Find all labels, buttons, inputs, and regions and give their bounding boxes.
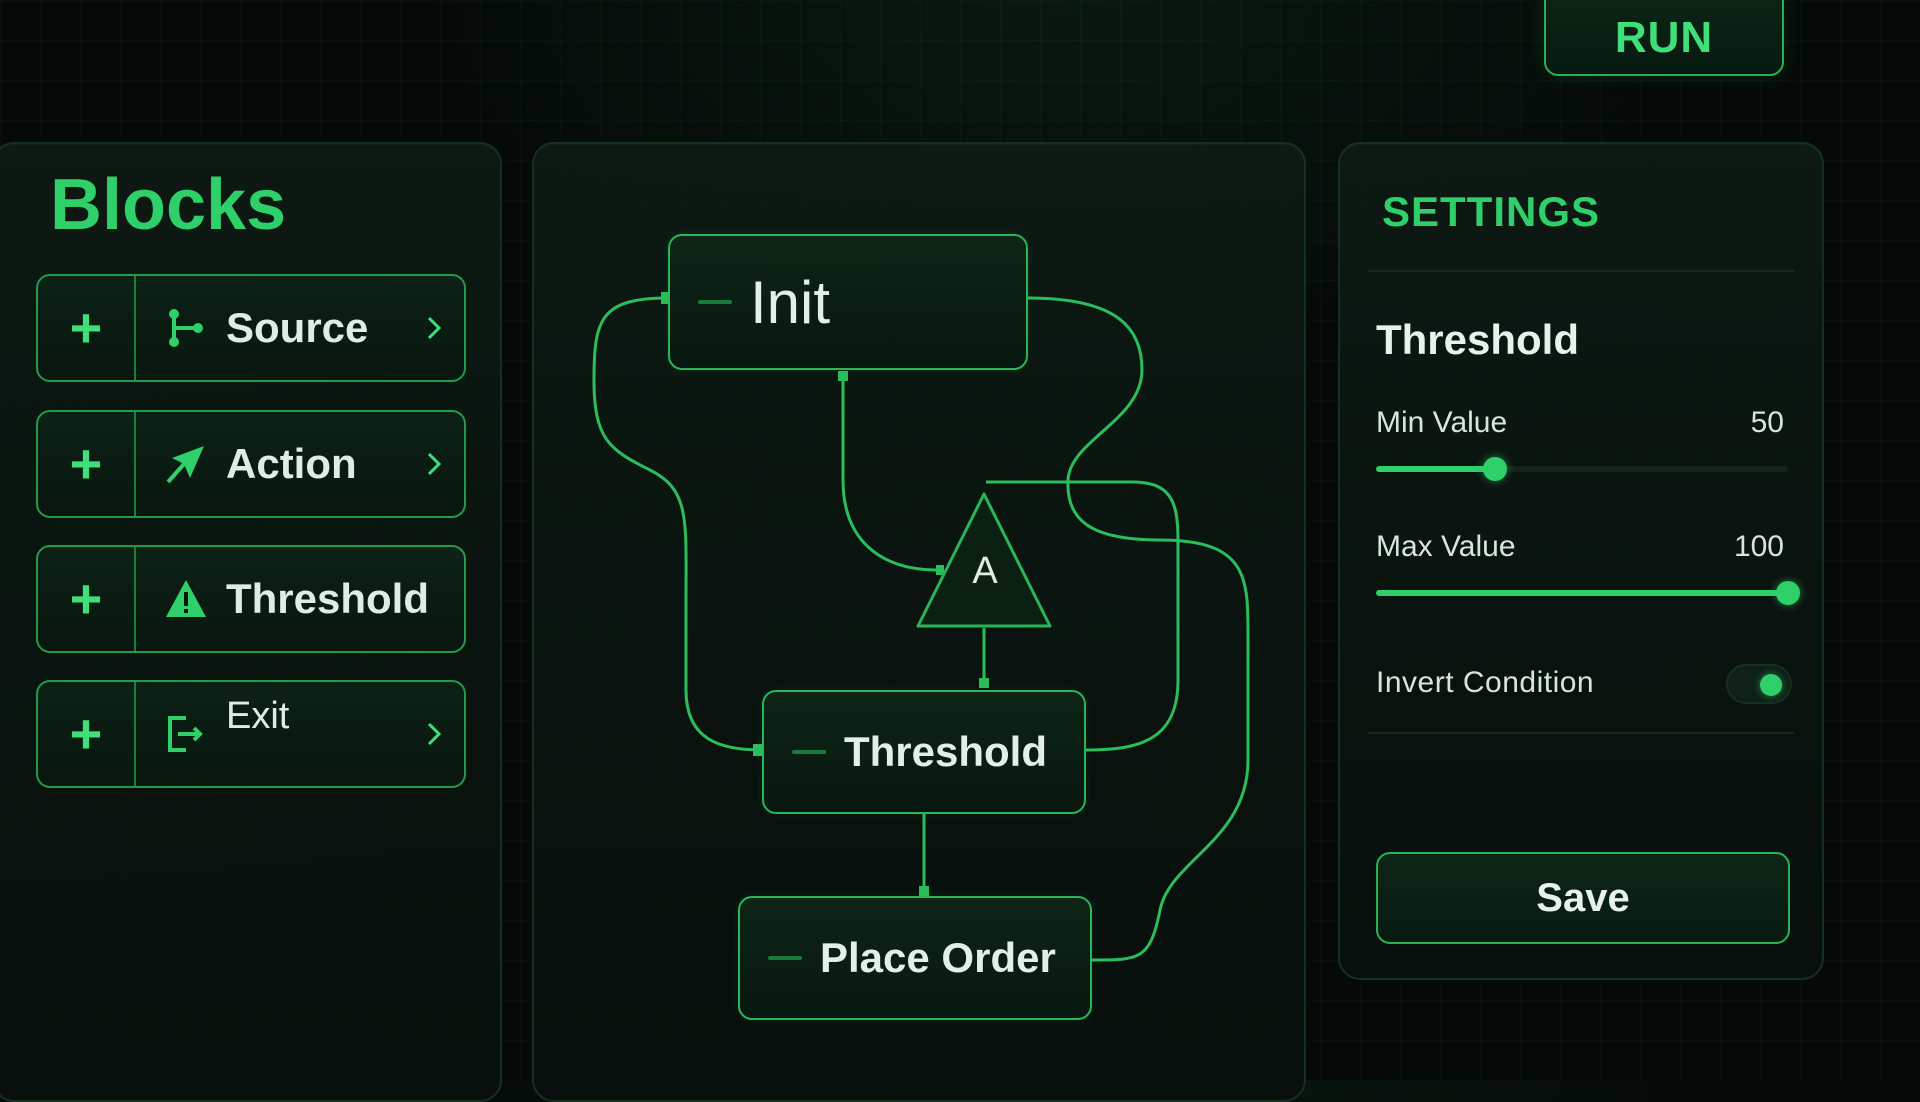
max-slider-fill [1376,590,1788,596]
add-threshold-button[interactable]: + [38,547,136,651]
exit-icon [162,710,210,758]
add-exit-button[interactable]: + [38,682,136,786]
blocks-title: Blocks [50,165,287,245]
invert-condition-label: Invert Condition [1376,666,1595,699]
max-value-readout: 100 [1733,530,1784,563]
block-item-source[interactable]: + Source [36,274,466,382]
node-handle [768,956,802,960]
chevron-right-icon [427,316,442,340]
max-slider-thumb[interactable] [1776,581,1800,605]
min-slider-fill [1376,466,1496,472]
block-item-threshold[interactable]: + Threshold [36,545,466,653]
max-value-label: Max Value [1376,530,1516,563]
settings-title: SETTINGS [1382,188,1601,235]
block-label-threshold: Threshold [226,575,430,622]
node-place-order[interactable]: Place Order [738,896,1092,1020]
save-button[interactable]: Save [1376,852,1790,944]
toggle-knob [1760,674,1782,696]
chevron-right-icon [427,452,442,476]
blocks-panel: Blocks + Source + Action + Threshold + E… [0,142,502,1102]
node-label-threshold: Threshold [844,728,1048,775]
settings-panel: SETTINGS Threshold Min Value 50 Max Valu… [1338,142,1824,980]
min-value-slider[interactable] [1376,457,1788,481]
node-label-init: Init [750,268,831,336]
node-init[interactable]: Init [668,234,1028,370]
divider [1368,732,1794,734]
add-action-button[interactable]: + [38,412,136,516]
min-value-readout: 50 [1750,406,1784,439]
block-item-action[interactable]: + Action [36,410,466,518]
node-label-a[interactable]: A [970,550,1000,593]
node-handle [698,300,732,304]
divider [1368,270,1794,272]
warning-icon [162,575,210,623]
min-slider-thumb[interactable] [1483,457,1508,481]
run-button[interactable]: RUN [1544,0,1784,76]
add-source-button[interactable]: + [38,276,136,380]
block-item-exit[interactable]: + Exit [36,680,466,788]
block-label-source: Source [226,304,369,351]
max-value-slider[interactable] [1376,581,1800,605]
settings-section-title: Threshold [1376,316,1580,363]
invert-condition-toggle[interactable] [1726,664,1792,704]
branch-icon [162,304,210,352]
node-handle [792,750,826,754]
node-threshold[interactable]: Threshold [762,690,1086,814]
node-label-place-order: Place Order [820,934,1056,981]
arrow-icon [162,440,210,488]
min-value-label: Min Value [1376,406,1508,439]
block-label-exit: Exit [226,694,290,737]
block-label-action: Action [226,440,357,487]
chevron-right-icon [427,722,442,746]
